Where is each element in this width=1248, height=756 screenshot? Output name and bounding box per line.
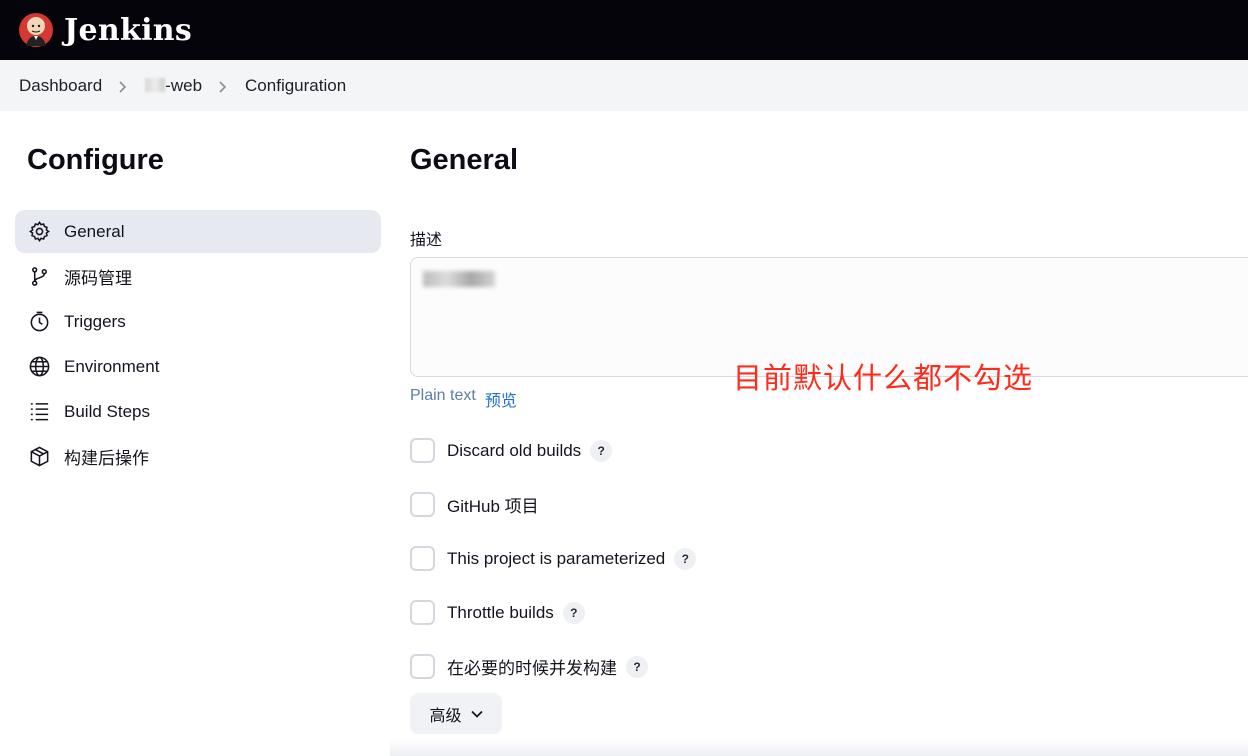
format-plain-text: Plain text [410, 387, 476, 404]
sidebar-title: Configure [27, 144, 164, 176]
parameterized-checkbox[interactable] [410, 546, 435, 571]
option-concurrent-builds: 在必要的时候并发构建 ? [410, 654, 648, 679]
package-icon [27, 445, 51, 469]
breadcrumb-dashboard[interactable]: Dashboard [19, 76, 102, 96]
git-branch-icon [27, 265, 51, 289]
chevron-right-icon [218, 80, 228, 93]
help-icon[interactable]: ? [626, 655, 648, 678]
sidebar-item-label: 构建后操作 [64, 449, 149, 468]
redacted-project-prefix [145, 77, 166, 92]
sidebar-item-environment[interactable]: Environment [15, 345, 381, 388]
sidebar-item-label: General [64, 221, 125, 241]
sidebar-item-label: Triggers [64, 311, 126, 331]
jenkins-logo-icon [19, 13, 53, 47]
help-icon[interactable]: ? [562, 601, 585, 624]
preview-link[interactable]: 预览 [485, 387, 517, 411]
bottom-shade [390, 738, 1248, 756]
sidebar-nav: General 源码管理 Triggers Environment Build … [15, 210, 381, 480]
option-discard-old-builds: Discard old builds ? [410, 438, 613, 463]
sidebar-item-general[interactable]: General [15, 210, 381, 253]
chevron-down-icon [470, 710, 483, 718]
redacted-description-text [423, 271, 495, 287]
sidebar-item-label: 源码管理 [64, 269, 132, 288]
option-parameterized: This project is parameterized ? [410, 546, 697, 571]
option-label: Discard old builds [447, 440, 582, 460]
sidebar-item-scm[interactable]: 源码管理 [15, 255, 381, 298]
advanced-button[interactable]: 高级 [410, 693, 502, 734]
timer-icon [27, 310, 51, 334]
jenkins-home-link[interactable]: Jenkins [18, 12, 192, 48]
gear-icon [27, 220, 51, 244]
sidebar-item-label: Environment [64, 356, 160, 376]
option-label: This project is parameterized [447, 548, 666, 568]
breadcrumb: Dashboard -web Configuration [0, 60, 1248, 111]
help-icon[interactable]: ? [590, 439, 613, 462]
discard-old-builds-checkbox[interactable] [410, 438, 435, 463]
globe-icon [27, 355, 51, 379]
section-title: General [410, 144, 518, 176]
help-icon[interactable]: ? [674, 547, 697, 570]
option-label: Throttle builds [447, 602, 554, 622]
description-format-row: Plain text 预览 [410, 387, 517, 411]
app-name: Jenkins [64, 12, 193, 48]
concurrent-builds-checkbox[interactable] [410, 654, 435, 679]
chevron-right-icon [118, 80, 128, 93]
sidebar-item-label: Build Steps [64, 401, 150, 421]
description-label: 描述 [410, 232, 443, 249]
red-annotation-note: 目前默认什么都不勾选 [733, 363, 1034, 395]
list-steps-icon [27, 400, 51, 424]
top-bar: Jenkins [0, 0, 1248, 60]
advanced-button-label: 高级 [429, 707, 462, 725]
option-throttle-builds: Throttle builds ? [410, 600, 585, 625]
option-label: 在必要的时候并发构建 [447, 659, 617, 678]
sidebar-item-triggers[interactable]: Triggers [15, 300, 381, 343]
github-project-checkbox[interactable] [410, 492, 435, 517]
breadcrumb-configuration[interactable]: Configuration [245, 76, 346, 96]
option-github-project: GitHub 项目 [410, 492, 539, 517]
breadcrumb-project[interactable]: -web [145, 76, 202, 96]
throttle-builds-checkbox[interactable] [410, 600, 435, 625]
sidebar-item-post-build[interactable]: 构建后操作 [15, 435, 381, 478]
option-label: GitHub 项目 [447, 497, 539, 516]
sidebar-item-build-steps[interactable]: Build Steps [15, 390, 381, 433]
breadcrumb-project-label: -web [165, 75, 203, 95]
